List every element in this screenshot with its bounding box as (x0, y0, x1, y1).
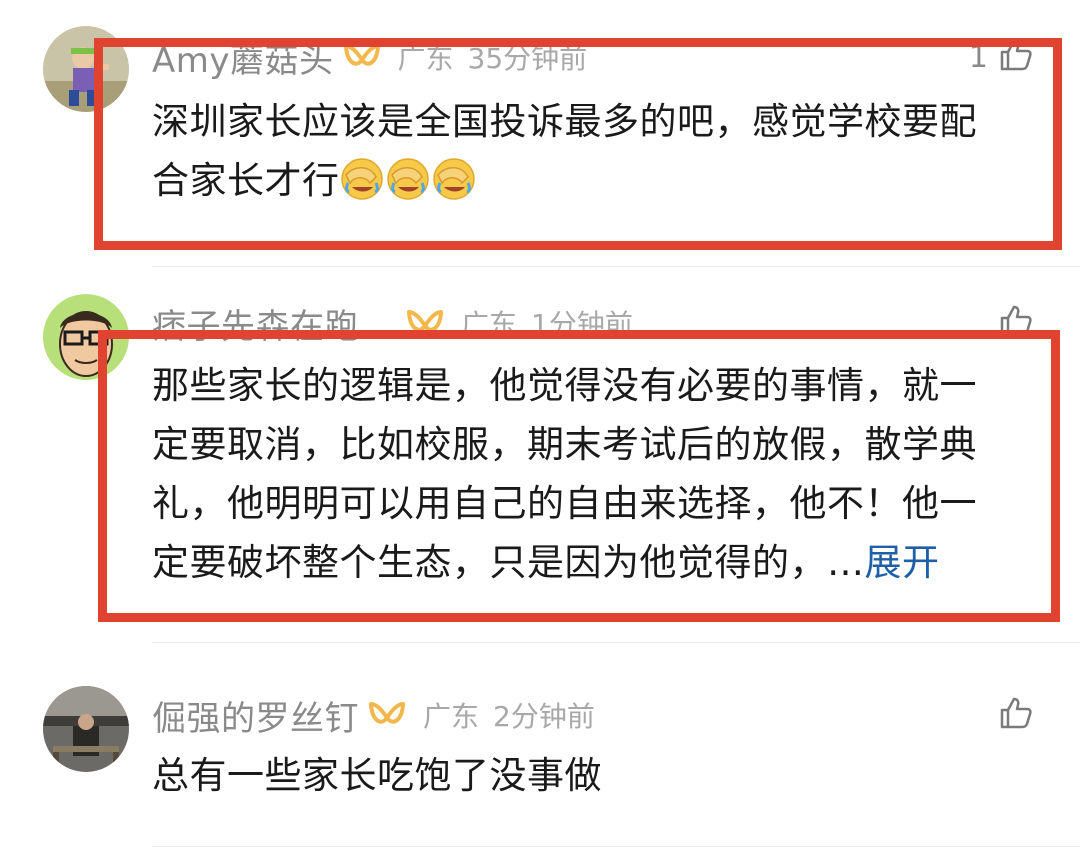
thumbs-up-icon (998, 695, 1034, 735)
comment-item: 倔强的罗丝钉 广东 2分钟前 总有一些家长吃饱了没事做 (0, 0, 1080, 852)
vip-badge-icon (367, 698, 407, 732)
timestamp: 2分钟前 (493, 700, 595, 733)
username[interactable]: 倔强的罗丝钉 (152, 691, 359, 740)
comment-text-line: 总有一些家长吃饱了没事做 (152, 754, 602, 797)
comment-text: 总有一些家长吃饱了没事做 (152, 746, 1042, 805)
like-button[interactable] (988, 690, 1034, 740)
avatar[interactable] (43, 686, 129, 772)
comment-meta: 倔强的罗丝钉 广东 2分钟前 (152, 690, 595, 740)
divider (152, 846, 1080, 847)
location-label: 广东 (423, 700, 480, 733)
